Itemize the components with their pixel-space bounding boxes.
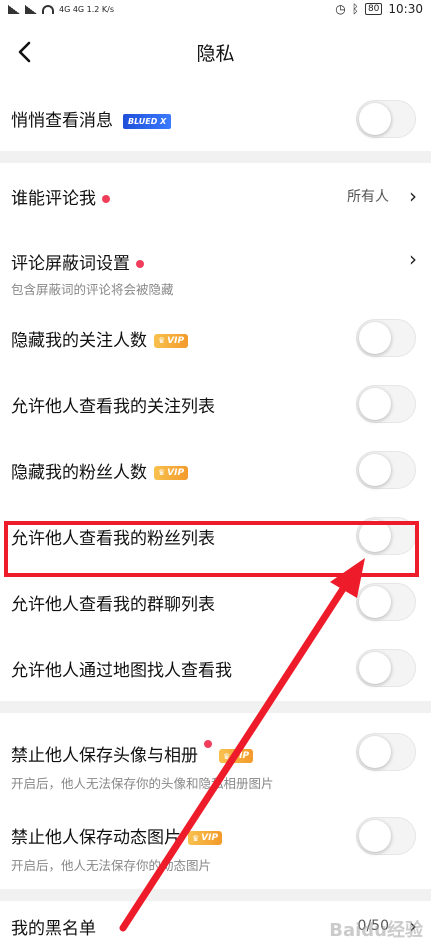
row-label: 我的黑名单 (11, 918, 96, 939)
toggle-switch[interactable] (356, 583, 416, 621)
row-label: 禁止他人保存头像与相册 ♛ VIP (11, 740, 254, 766)
row-comment-filter[interactable]: 评论屏蔽词设置 包含屏蔽词的评论将会被隐藏 › (0, 229, 431, 305)
battery-icon: 80 (364, 3, 383, 15)
chevron-right-icon: › (409, 247, 417, 271)
toggle-switch[interactable] (356, 99, 416, 138)
title-bar: 隐私 (0, 18, 431, 86)
row-label: 隐藏我的关注人数 ♛ VIP (11, 326, 189, 351)
section-divider (0, 701, 431, 713)
row-label: 禁止他人保存动态图片 ♛ VIP (11, 823, 223, 848)
row-label: 评论屏蔽词设置 (11, 249, 144, 274)
row-hide-following-count[interactable]: 隐藏我的关注人数 ♛ VIP (0, 305, 431, 371)
section-divider (0, 151, 431, 163)
row-subtext: 开启后，他人无法保存你的头像和隐私相册图片 (11, 776, 274, 791)
status-left: 4G 4G 1.2 K/s (8, 4, 115, 14)
toggle-switch[interactable] (356, 817, 416, 855)
row-hide-fans-count[interactable]: 隐藏我的粉丝人数 ♛ VIP (0, 437, 431, 503)
row-label: 允许他人查看我的粉丝列表 (11, 528, 215, 549)
bluetooth-icon: ᛒ (351, 2, 359, 16)
toggle-switch[interactable] (356, 385, 416, 423)
row-label: 允许他人查看我的关注列表 (11, 396, 215, 417)
row-who-can-comment[interactable]: 谁能评论我 所有人 › (0, 163, 431, 229)
row-value: 所有人 (347, 189, 389, 205)
status-right: ◷ ᛒ 80 10:30 (335, 2, 423, 16)
row-forbid-save-avatar[interactable]: 禁止他人保存头像与相册 ♛ VIP 开启后，他人无法保存你的头像和隐私相册图片 (0, 713, 431, 803)
toggle-switch[interactable] (356, 733, 416, 771)
back-button[interactable] (12, 40, 36, 64)
vip-badge: ♛ VIP (154, 465, 189, 480)
row-forbid-save-moments[interactable]: 禁止他人保存动态图片 ♛ VIP 开启后，他人无法保存你的动态图片 (0, 803, 431, 889)
row-subtext: 开启后，他人无法保存你的动态图片 (11, 858, 212, 873)
row-label: 隐藏我的粉丝人数 ♛ VIP (11, 458, 189, 483)
section-divider (0, 889, 431, 901)
row-subtext: 包含屏蔽词的评论将会被隐藏 (11, 282, 174, 297)
row-label: 允许他人查看我的群聊列表 (11, 594, 215, 615)
toggle-switch[interactable] (356, 319, 416, 357)
red-dot (102, 194, 110, 203)
vip-badge: ♛ VIP (188, 831, 223, 845)
signal-icon (8, 4, 20, 14)
row-label: 允许他人通过地图找人查看我 (11, 660, 232, 681)
alarm-icon: ◷ (335, 2, 346, 16)
network-speed: 4G 4G 1.2 K/s (59, 4, 115, 14)
red-dot (136, 260, 144, 268)
chevron-left-icon (18, 41, 31, 63)
row-label: 悄悄查看消息 BLUED X (11, 106, 172, 131)
chevron-right-icon: › (409, 184, 417, 208)
vip-badge: ♛ VIP (219, 749, 254, 763)
clock: 10:30 (388, 2, 423, 16)
wifi-icon (42, 4, 54, 14)
toggle-switch[interactable] (356, 517, 416, 555)
red-dot (204, 740, 212, 748)
watermark: Baidu经验 (329, 920, 423, 941)
page-title: 隐私 (196, 42, 235, 65)
vip-badge: ♛ VIP (154, 333, 189, 348)
row-allow-view-following[interactable]: 允许他人查看我的关注列表 (0, 371, 431, 437)
row-allow-view-fans[interactable]: 允许他人查看我的粉丝列表 (0, 503, 431, 569)
status-bar: 4G 4G 1.2 K/s ◷ ᛒ 80 10:30 (0, 0, 431, 18)
toggle-switch[interactable] (356, 451, 416, 489)
row-label: 谁能评论我 (11, 184, 110, 209)
signal-icon (25, 4, 37, 14)
blued-x-badge: BLUED X (123, 113, 172, 129)
row-stealth-view[interactable]: 悄悄查看消息 BLUED X (0, 86, 431, 151)
row-allow-view-groups[interactable]: 允许他人查看我的群聊列表 (0, 569, 431, 635)
row-allow-map-find[interactable]: 允许他人通过地图找人查看我 (0, 635, 431, 701)
toggle-switch[interactable] (356, 649, 416, 687)
